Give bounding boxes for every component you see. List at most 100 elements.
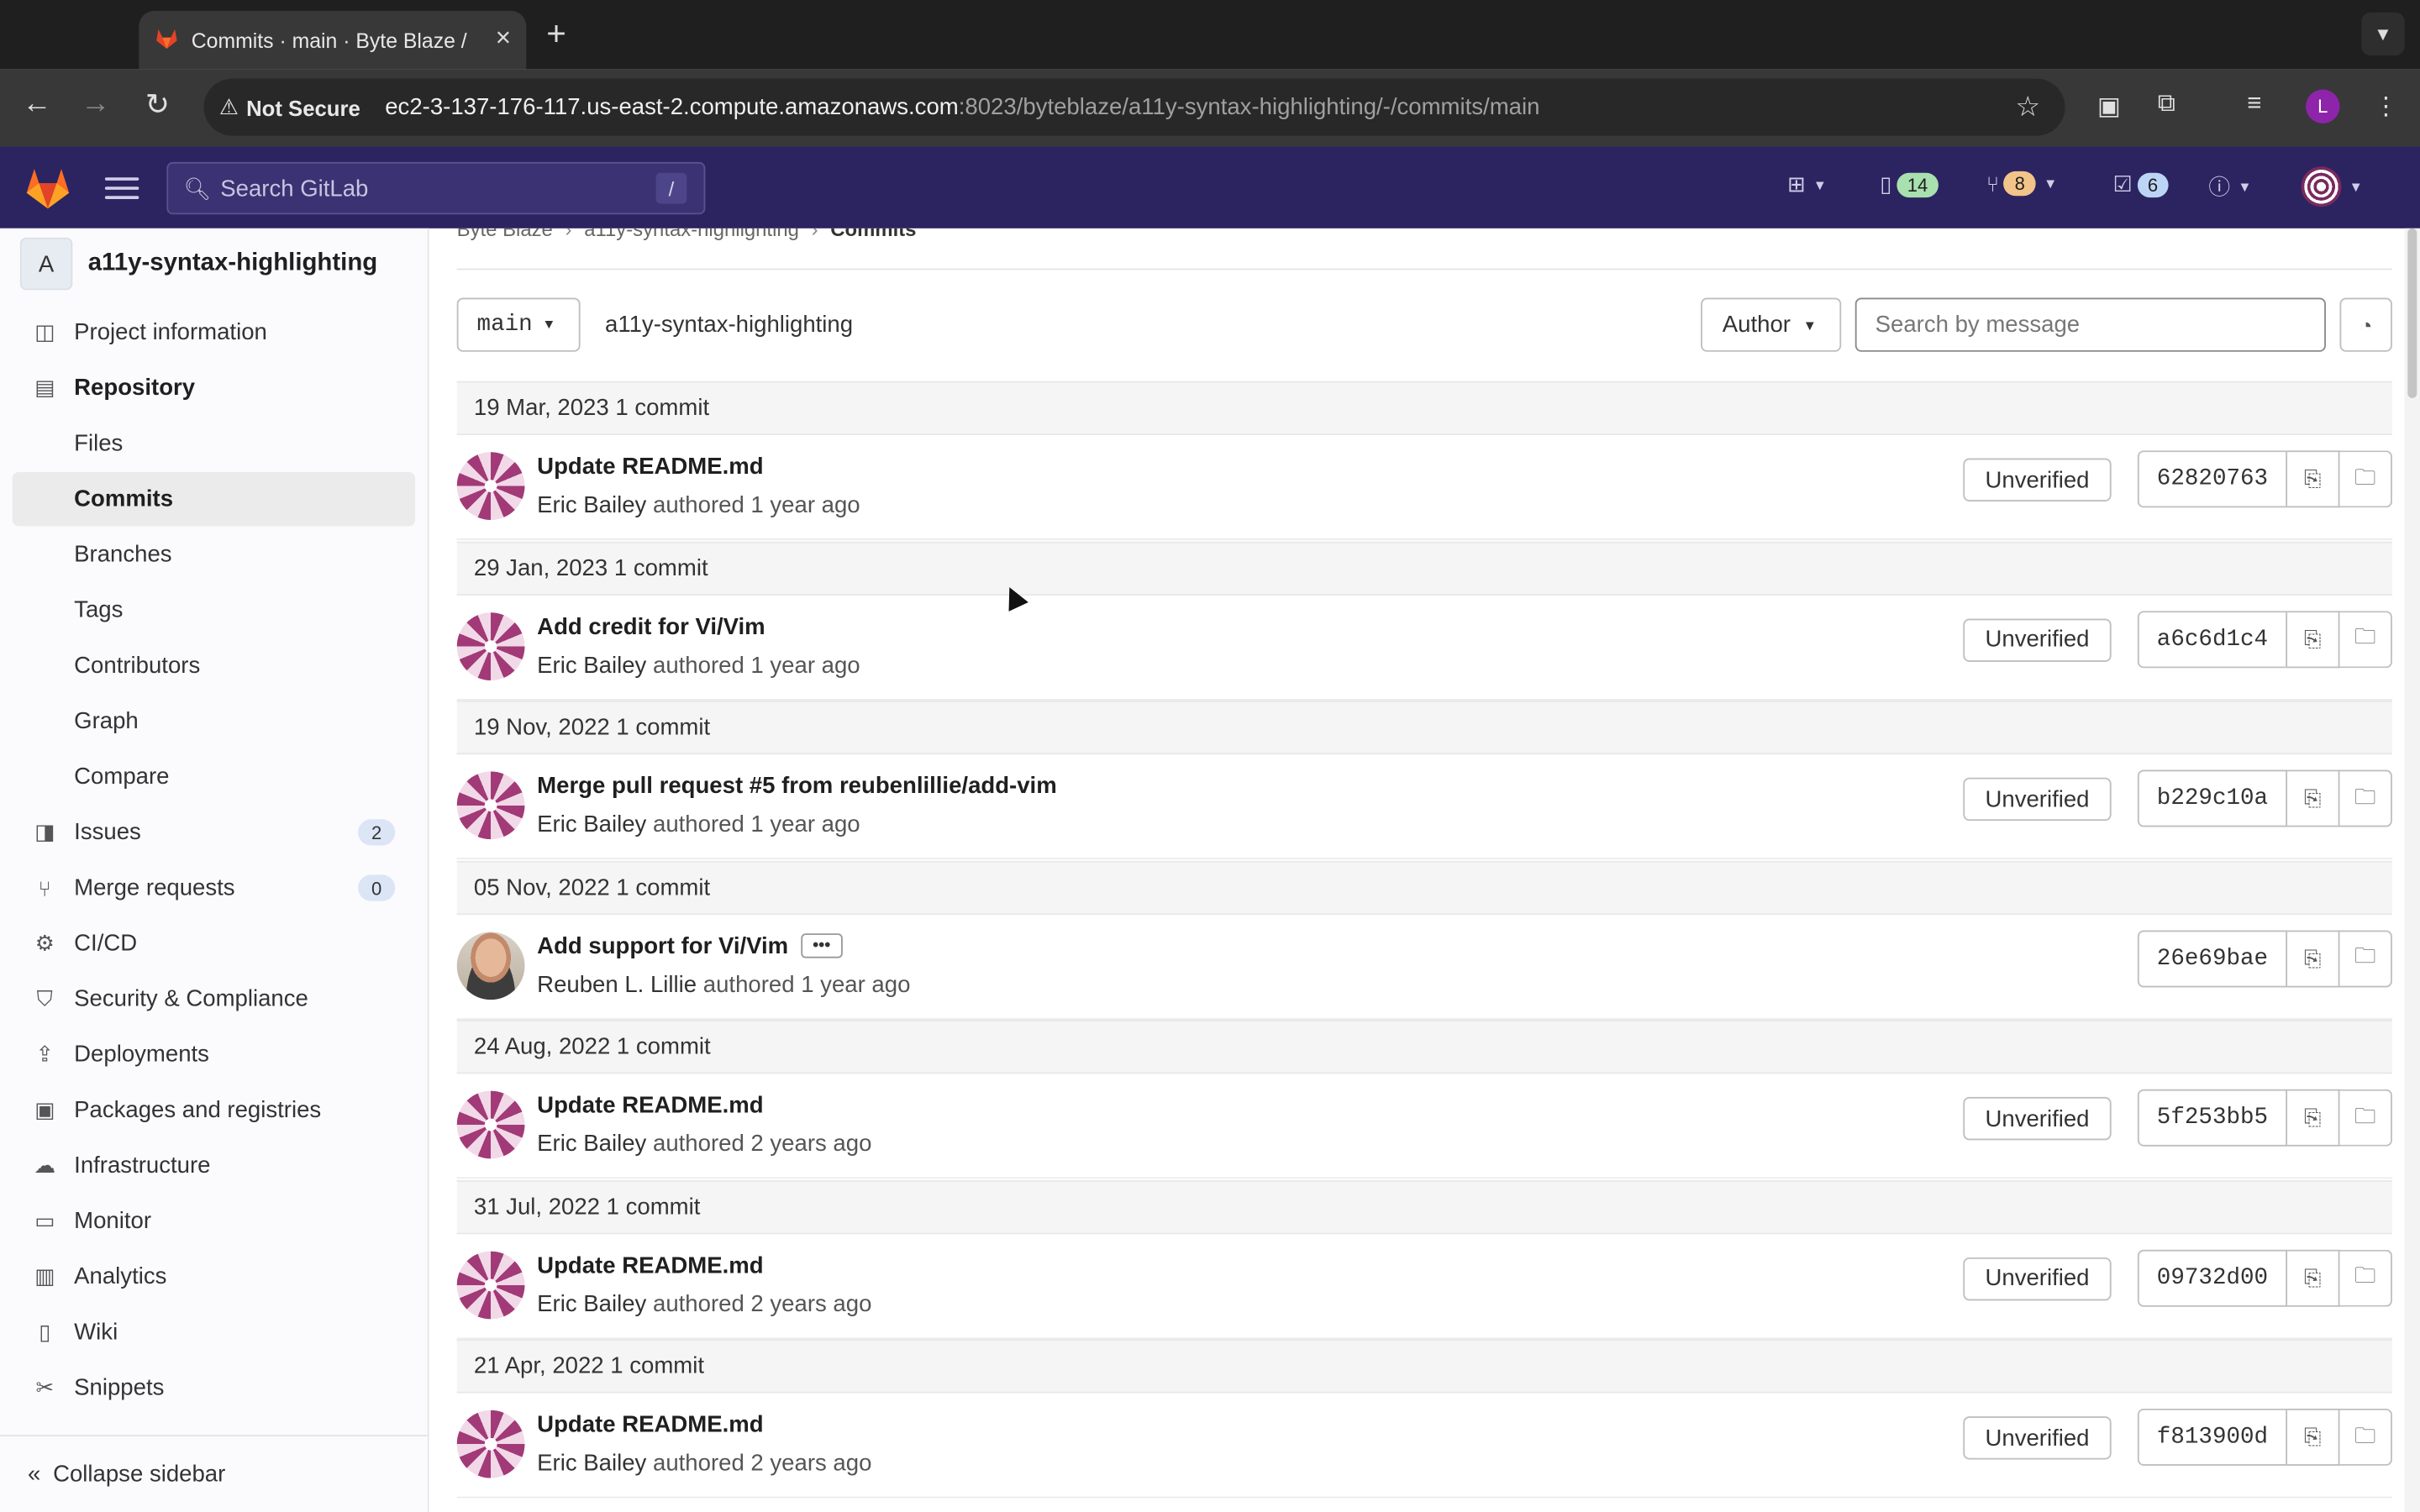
gitlab-logo-icon[interactable] — [24, 166, 71, 209]
sidebar-item-graph[interactable]: Graph — [13, 695, 415, 748]
warning-icon[interactable]: ⚠ — [219, 94, 239, 120]
commit-title-link[interactable]: Update README.md — [537, 454, 763, 480]
branch-selector[interactable]: main ▼ — [456, 297, 581, 352]
sidebar-item-branches[interactable]: Branches — [13, 528, 415, 581]
sidebar-item-commits[interactable]: Commits — [12, 472, 416, 527]
reload-icon[interactable]: ↻ — [137, 88, 177, 123]
breadcrumb-item[interactable]: a11y-syntax-highlighting — [584, 228, 799, 241]
sidebar-item-snippets[interactable]: ✂ Snippets — [13, 1361, 415, 1415]
commit-title-link[interactable]: Update README.md — [537, 1412, 763, 1438]
commit-author-link[interactable]: Eric Bailey — [537, 1290, 646, 1316]
commit-title-link[interactable]: Update README.md — [537, 1252, 763, 1278]
expand-description-button[interactable]: ••• — [800, 933, 843, 958]
media-queue-icon[interactable]: ≡ — [2247, 91, 2261, 118]
author-avatar[interactable] — [456, 1250, 525, 1319]
page-scrollbar[interactable] — [2404, 228, 2420, 1512]
browse-files-folder-icon[interactable]: 🗀︎ — [2339, 610, 2392, 668]
issues-button[interactable]: ▯ 14 — [1880, 171, 1939, 197]
menu-hamburger-icon[interactable] — [104, 171, 139, 205]
browser-profile-avatar[interactable]: L — [2306, 89, 2340, 123]
copy-sha-icon[interactable]: ⎘ — [2287, 1408, 2340, 1466]
sidebar-item-tags[interactable]: Tags — [13, 583, 415, 637]
sidebar-item-project-information[interactable]: ◫ Project information — [13, 306, 415, 360]
address-bar[interactable]: ⚠ Not Secure ec2-3-137-176-117.us-east-2… — [203, 78, 2065, 136]
author-avatar[interactable] — [456, 771, 525, 840]
browse-files-folder-icon[interactable]: 🗀︎ — [2339, 929, 2392, 987]
sidebar-project-header[interactable]: A a11y-syntax-highlighting — [19, 237, 377, 291]
sidebar-item-deployments[interactable]: ⇪ Deployments — [13, 1027, 415, 1081]
sidebar-item-compare[interactable]: Compare — [13, 750, 415, 804]
signature-status-badge[interactable]: Unverified — [1963, 1096, 2112, 1141]
commit-title-link[interactable]: Add support for Vi/Vim — [537, 932, 788, 958]
merge-requests-dropdown[interactable]: ⑂ 8 ▼ — [1986, 171, 2057, 197]
create-new-dropdown[interactable]: ⊞ ▼ — [1787, 171, 1827, 197]
author-avatar[interactable] — [456, 931, 525, 1000]
commit-sha-link[interactable]: f813900d — [2137, 1408, 2288, 1466]
close-tab-icon[interactable]: × — [496, 24, 511, 55]
browse-files-folder-icon[interactable]: 🗀︎ — [2339, 1408, 2392, 1466]
commit-sha-link[interactable]: 5f253bb5 — [2137, 1089, 2288, 1147]
sidebar-item-repository[interactable]: ▤ Repository — [13, 361, 415, 415]
commit-sha-link[interactable]: a6c6d1c4 — [2137, 610, 2288, 668]
commit-author-link[interactable]: Eric Bailey — [537, 1131, 646, 1157]
copy-sha-icon[interactable]: ⎘ — [2287, 1248, 2340, 1306]
tab-search-chevron-icon[interactable]: ▼ — [2361, 12, 2405, 56]
commit-author-link[interactable]: Eric Bailey — [537, 492, 646, 518]
commit-author-link[interactable]: Eric Bailey — [537, 652, 646, 678]
sidebar-item-contributors[interactable]: Contributors — [13, 638, 415, 692]
gitlab-search-input[interactable]: 🔍︎ Search GitLab / — [166, 161, 706, 215]
new-tab-icon[interactable]: + — [546, 14, 566, 55]
commit-sha-link[interactable]: 26e69bae — [2137, 929, 2288, 987]
commit-title-link[interactable]: Update README.md — [537, 1092, 763, 1118]
copy-sha-icon[interactable]: ⎘ — [2287, 450, 2340, 508]
browse-files-folder-icon[interactable]: 🗀︎ — [2339, 1089, 2392, 1147]
sidebar-item-security[interactable]: ⛉ Security & Compliance — [13, 972, 415, 1026]
browser-menu-icon[interactable]: ⋮ — [2374, 91, 2398, 122]
copy-sha-icon[interactable]: ⎘ — [2287, 1089, 2340, 1147]
browse-files-folder-icon[interactable]: 🗀︎ — [2339, 1248, 2392, 1306]
commit-author-link[interactable]: Eric Bailey — [537, 1451, 646, 1477]
back-arrow-icon[interactable]: ← — [17, 88, 57, 122]
browse-files-folder-icon[interactable]: 🗀︎ — [2339, 769, 2392, 827]
author-avatar[interactable] — [456, 452, 525, 520]
sidebar-item-issues[interactable]: ◨ Issues 2 — [13, 806, 415, 859]
signature-status-badge[interactable]: Unverified — [1963, 458, 2112, 501]
commit-sha-link[interactable]: 62820763 — [2137, 450, 2288, 508]
author-avatar[interactable] — [456, 612, 525, 680]
commit-author-link[interactable]: Eric Bailey — [537, 811, 646, 837]
sidebar-item-merge-requests[interactable]: ⑂ Merge requests 0 — [13, 861, 415, 915]
signature-status-badge[interactable]: Unverified — [1963, 1257, 2112, 1300]
author-avatar[interactable] — [456, 1410, 525, 1478]
commit-title-link[interactable]: Merge pull request #5 from reubenlillie/… — [537, 773, 1057, 799]
copy-sha-icon[interactable]: ⎘ — [2287, 929, 2340, 987]
commit-sha-link[interactable]: 09732d00 — [2137, 1248, 2288, 1306]
sidebar-item-infrastructure[interactable]: ☁ Infrastructure — [13, 1139, 415, 1193]
todos-button[interactable]: ☑ 6 — [2112, 171, 2170, 197]
browser-tab[interactable]: Commits · main · Byte Blaze / × — [139, 10, 527, 70]
rss-feed-button[interactable]: ◔ — [2339, 297, 2392, 352]
browse-files-folder-icon[interactable]: 🗀︎ — [2339, 450, 2392, 508]
puzzle-extensions-icon[interactable]: ⧉ — [2158, 91, 2175, 118]
author-avatar[interactable] — [456, 1090, 525, 1159]
commit-sha-link[interactable]: b229c10a — [2137, 769, 2288, 827]
search-by-message-input[interactable] — [1854, 297, 2326, 352]
sidebar-item-wiki[interactable]: ▯ Wiki — [13, 1305, 415, 1359]
signature-status-badge[interactable]: Unverified — [1963, 617, 2112, 662]
commit-title-link[interactable]: Add credit for Vi/Vim — [537, 613, 765, 639]
signature-status-badge[interactable]: Unverified — [1963, 777, 2112, 822]
copy-sha-icon[interactable]: ⎘ — [2287, 610, 2340, 668]
author-filter-dropdown[interactable]: Author ▼ — [1701, 297, 1842, 352]
help-dropdown[interactable]: ⓘ ▼ — [2208, 171, 2251, 202]
sidebar-item-packages[interactable]: ▣ Packages and registries — [13, 1083, 415, 1137]
sidebar-item-analytics[interactable]: ▥ Analytics — [13, 1250, 415, 1304]
sidebar-item-cicd[interactable]: ⚙ CI/CD — [13, 916, 415, 970]
bookmark-star-icon[interactable]: ☆ — [2016, 91, 2041, 123]
breadcrumb-current[interactable]: Commits — [830, 228, 916, 241]
sidebar-item-monitor[interactable]: ▭ Monitor — [13, 1194, 415, 1248]
copy-sha-icon[interactable]: ⎘ — [2287, 769, 2340, 827]
sidebar-item-files[interactable]: Files — [13, 417, 415, 470]
signature-status-badge[interactable]: Unverified — [1963, 1416, 2112, 1460]
breadcrumb-item[interactable]: Byte Blaze — [457, 228, 553, 241]
user-menu[interactable]: ▼ — [2301, 166, 2363, 207]
extension-icon[interactable]: ▣ — [2097, 91, 2121, 122]
